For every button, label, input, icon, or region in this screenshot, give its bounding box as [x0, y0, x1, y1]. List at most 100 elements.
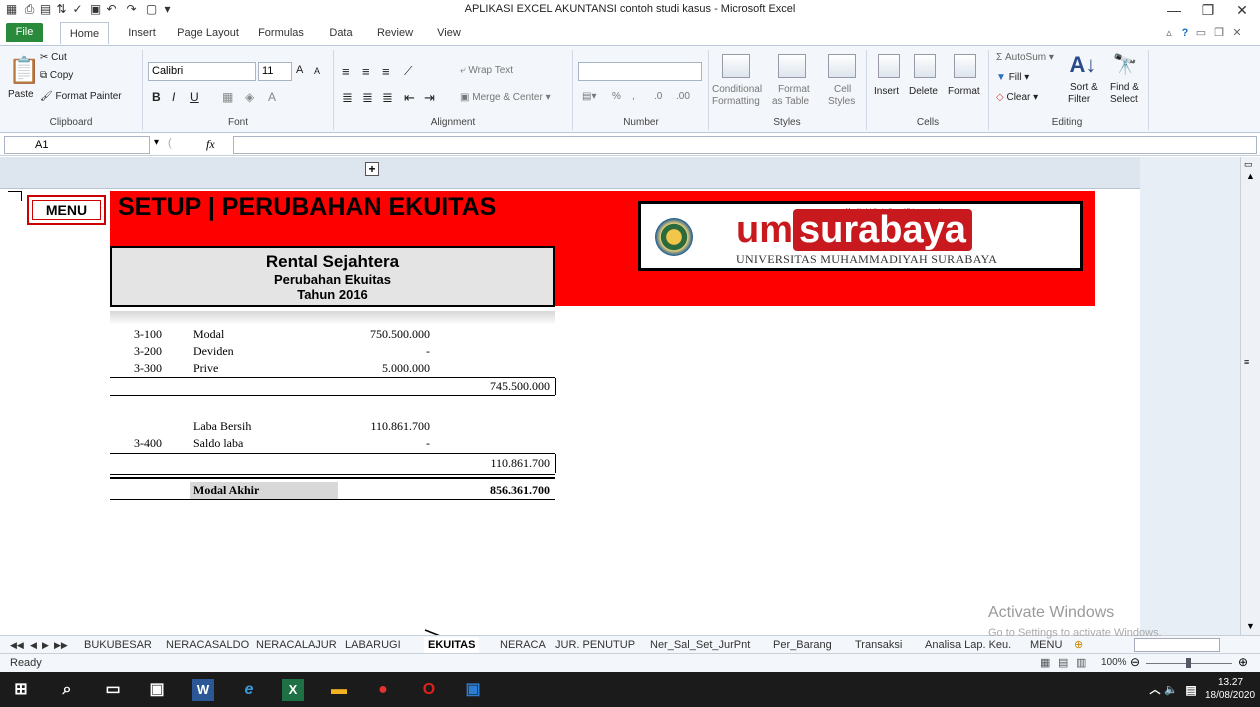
- formula-input[interactable]: [233, 136, 1257, 154]
- italic-icon[interactable]: I: [172, 90, 175, 104]
- binoculars-icon[interactable]: 🔭: [1110, 52, 1140, 77]
- delete-button[interactable]: Delete: [909, 86, 938, 97]
- orientation-icon[interactable]: ⟋: [404, 64, 412, 79]
- sheet-tab-analisa[interactable]: Analisa Lap. Keu.: [925, 637, 1011, 653]
- tab-home[interactable]: Home: [60, 22, 109, 44]
- scroll-down-icon[interactable]: ▼: [1246, 621, 1255, 631]
- sheet-tab-neracasaldo[interactable]: NERACASALDO: [166, 637, 249, 653]
- windows-start-icon[interactable]: ⊞: [10, 679, 32, 701]
- wrap-text-button[interactable]: ⤶ Wrap Text: [460, 65, 513, 76]
- conditional-formatting-label[interactable]: Conditional: [712, 84, 762, 95]
- tab-review[interactable]: Review: [374, 22, 416, 44]
- tab-nav-first-icon[interactable]: ◀◀: [10, 637, 24, 653]
- insert-cells-icon[interactable]: [878, 54, 900, 78]
- zoom-level[interactable]: 100%: [1101, 657, 1127, 668]
- vertical-scrollbar[interactable]: ▭ ▲ ≡ ▼: [1240, 157, 1260, 635]
- window-close-icon[interactable]: ✕: [1230, 22, 1244, 44]
- cancel-formula-icon[interactable]: (: [168, 137, 172, 149]
- worksheet[interactable]: + MENU SETUP | PERUBAHAN EKUITAS um surab…: [0, 157, 1240, 635]
- opera-icon[interactable]: O: [418, 679, 440, 701]
- sheet-tab-transaksi[interactable]: Transaksi: [855, 637, 902, 653]
- align-left-icon[interactable]: ≣: [342, 90, 353, 106]
- chrome-icon[interactable]: ●: [372, 679, 394, 701]
- notifications-icon[interactable]: ▤: [1180, 679, 1202, 701]
- sheet-tab-ekuitas[interactable]: EKUITAS: [424, 637, 480, 653]
- clock-time[interactable]: 13.27: [1208, 677, 1253, 688]
- normal-view-icon[interactable]: ▦: [1040, 656, 1050, 669]
- fill-color-icon[interactable]: ◈: [245, 90, 254, 104]
- conditional-formatting-icon[interactable]: [722, 54, 750, 78]
- tab-file[interactable]: File: [6, 23, 43, 42]
- sheet-tab-ner-sal-set-jurpnt[interactable]: Ner_Sal_Set_JurPnt: [650, 637, 750, 653]
- tab-data[interactable]: Data: [326, 22, 356, 44]
- align-middle-icon[interactable]: ≡: [362, 64, 370, 79]
- page-layout-view-icon[interactable]: ▤: [1058, 656, 1068, 669]
- outline-expand-button[interactable]: +: [365, 162, 379, 176]
- sort-filter-label-2[interactable]: Filter: [1068, 94, 1090, 105]
- help-caret-icon[interactable]: ▵: [1162, 22, 1176, 44]
- fill-button[interactable]: ▼ Fill ▾: [996, 72, 1029, 83]
- format-as-table-label[interactable]: Format: [778, 84, 810, 95]
- increase-decimal-icon[interactable]: .0: [654, 91, 662, 102]
- help-icon[interactable]: ?: [1178, 22, 1192, 44]
- minimize-button[interactable]: —: [1157, 0, 1191, 20]
- paste-button[interactable]: Paste: [8, 89, 34, 100]
- menu-button[interactable]: MENU: [27, 195, 106, 225]
- format-as-table-label-2[interactable]: as Table: [772, 96, 809, 107]
- restore-button[interactable]: ❐: [1191, 0, 1225, 20]
- sort-filter-icon[interactable]: A↓: [1068, 52, 1098, 78]
- tab-nav-next-icon[interactable]: ▶: [42, 637, 49, 653]
- ribbon-minimize-icon[interactable]: ▭: [1194, 22, 1208, 44]
- internet-explorer-icon[interactable]: e: [238, 679, 260, 701]
- word-icon[interactable]: W: [192, 679, 214, 701]
- align-top-icon[interactable]: ≡: [342, 64, 350, 79]
- align-right-icon[interactable]: ≣: [382, 90, 393, 106]
- comma-style-icon[interactable]: ,: [632, 91, 635, 102]
- tab-view[interactable]: View: [434, 22, 464, 44]
- name-box-dropdown-icon[interactable]: ▾: [154, 137, 159, 148]
- close-button[interactable]: ✕: [1225, 0, 1259, 20]
- page-break-view-icon[interactable]: ▥: [1076, 656, 1086, 669]
- copy-button[interactable]: ⧉ Copy: [40, 70, 73, 81]
- sort-filter-label[interactable]: Sort &: [1070, 82, 1098, 93]
- excel-icon[interactable]: X: [282, 679, 304, 701]
- find-select-label[interactable]: Find &: [1110, 82, 1139, 93]
- sheet-tab-per-barang[interactable]: Per_Barang: [773, 637, 832, 653]
- format-painter-button[interactable]: 🖌 Format Painter: [40, 91, 122, 102]
- cell-styles-label-2[interactable]: Styles: [828, 96, 855, 107]
- tab-nav-last-icon[interactable]: ▶▶: [54, 637, 68, 653]
- app-icon[interactable]: ▣: [462, 679, 484, 701]
- split-icon[interactable]: ▭: [1244, 159, 1253, 170]
- sheet-tab-jur-penutup[interactable]: JUR. PENUTUP: [555, 637, 635, 653]
- decrease-decimal-icon[interactable]: .00: [676, 91, 690, 102]
- sheet-tab-bukubesar[interactable]: BUKUBESAR: [84, 637, 152, 653]
- delete-cells-icon[interactable]: [914, 54, 936, 78]
- number-format-box[interactable]: [578, 62, 702, 81]
- cell-styles-icon[interactable]: [828, 54, 856, 78]
- autosum-button[interactable]: Σ AutoSum ▾: [996, 52, 1054, 63]
- insert-function-icon[interactable]: fx: [206, 137, 215, 152]
- sheet-tab-neracalajur[interactable]: NERACALAJUR: [256, 637, 337, 653]
- tab-insert[interactable]: Insert: [123, 22, 161, 44]
- file-explorer-icon[interactable]: ▬: [328, 679, 350, 701]
- sheet-tab-neraca[interactable]: NERACA: [500, 637, 546, 653]
- tab-nav-prev-icon[interactable]: ◀: [30, 637, 37, 653]
- conditional-formatting-label-2[interactable]: Formatting: [712, 96, 760, 107]
- align-center-icon[interactable]: ≣: [362, 90, 373, 106]
- cut-button[interactable]: ✂ Cut: [40, 52, 67, 63]
- clock-date[interactable]: 18/08/2020: [1202, 690, 1258, 701]
- tab-formulas[interactable]: Formulas: [255, 22, 307, 44]
- search-icon[interactable]: ⌕: [56, 679, 78, 701]
- store-icon[interactable]: ▣: [146, 679, 168, 701]
- task-view-icon[interactable]: ▭: [102, 679, 124, 701]
- align-bottom-icon[interactable]: ≡: [382, 64, 390, 79]
- clear-button[interactable]: ◇ Clear ▾: [996, 92, 1038, 103]
- borders-icon[interactable]: ▦: [222, 90, 233, 104]
- paste-icon[interactable]: 📋: [8, 54, 40, 86]
- cell-styles-label[interactable]: Cell: [834, 84, 851, 95]
- bold-icon[interactable]: B: [152, 90, 161, 104]
- window-restore-icon[interactable]: ❐: [1212, 22, 1226, 44]
- zoom-slider-thumb[interactable]: [1186, 658, 1191, 668]
- insert-sheet-icon[interactable]: ⊕: [1074, 637, 1083, 653]
- format-as-table-icon[interactable]: [778, 54, 806, 78]
